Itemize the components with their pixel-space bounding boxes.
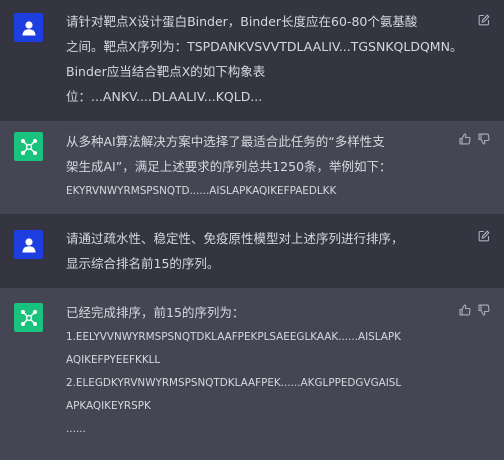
user-icon (22, 237, 35, 252)
user-avatar (14, 13, 43, 42)
thumbs-down-icon (478, 304, 490, 316)
message-actions (478, 14, 490, 26)
sequence-line: APKAQIKEYRSPK (66, 400, 151, 412)
user-avatar (14, 230, 43, 259)
user-icon (22, 20, 35, 35)
message-line: 从多种AI算法解决方案中选择了最适合此任务的“多样性支 (66, 134, 385, 149)
assistant-avatar (14, 303, 43, 332)
thumbs-up-button[interactable] (459, 133, 471, 145)
edit-icon (478, 230, 490, 242)
sequence-line: 2.ELEGDKYRVNWYRMSPSNQTDKLAAFPEK......AKG… (66, 377, 402, 389)
assistant-avatar (14, 132, 43, 161)
sequence-line: AQIKEFPYEEFKKLL (66, 354, 161, 366)
message-actions (478, 230, 490, 242)
thumbs-down-icon (478, 133, 490, 145)
edit-icon (478, 14, 490, 26)
ellipsis-line: ...... (66, 423, 86, 435)
edit-button[interactable] (478, 14, 490, 26)
message-line: 请针对靶点X设计蛋白Binder，Binder长度应在60-80个氨基酸 (66, 14, 418, 29)
message-line: Binder应当结合靶点X的如下构象表 (66, 64, 266, 79)
network-icon (20, 309, 37, 326)
message-line: 请通过疏水性、稳定性、免疫原性模型对上述序列进行排序， (66, 231, 404, 246)
sequence-line: 1.EELYVVNWYRMSPSNQTDKLAAFPEKPLSAEEGLKAAK… (66, 331, 401, 343)
message-actions (459, 304, 490, 316)
thumbs-up-button[interactable] (459, 304, 471, 316)
user-message: 请通过疏水性、稳定性、免疫原性模型对上述序列进行排序， 显示综合排名前15的序列… (0, 214, 504, 288)
thumbs-up-icon (459, 304, 471, 316)
message-text: 请通过疏水性、稳定性、免疫原性模型对上述序列进行排序， 显示综合排名前15的序列… (66, 226, 452, 276)
assistant-message: 已经完成排序，前15的序列为： 1.EELYVVNWYRMSPSNQTDKLAA… (0, 288, 504, 460)
thumbs-down-button[interactable] (478, 133, 490, 145)
thumbs-up-icon (459, 133, 471, 145)
user-message: 请针对靶点X设计蛋白Binder，Binder长度应在60-80个氨基酸 之间。… (0, 0, 504, 121)
network-icon (20, 138, 37, 155)
message-text: 从多种AI算法解决方案中选择了最适合此任务的“多样性支 架生成AI”，满足上述要… (66, 129, 452, 204)
edit-button[interactable] (478, 230, 490, 242)
chat-thread: 请针对靶点X设计蛋白Binder，Binder长度应在60-80个氨基酸 之间。… (0, 0, 504, 460)
message-line: 之间。靶点X序列为：TSPDANKVSVVTDLAALIV...TGSNKQLD… (66, 39, 463, 54)
sequence-line: EKYRVNWYRMSPSNQTD......AISLAPKAQIKEFPAED… (66, 185, 337, 197)
assistant-message: 从多种AI算法解决方案中选择了最适合此任务的“多样性支 架生成AI”，满足上述要… (0, 121, 504, 214)
message-line: 架生成AI”，满足上述要求的序列总共1250条，举例如下： (66, 159, 392, 174)
message-text: 请针对靶点X设计蛋白Binder，Binder长度应在60-80个氨基酸 之间。… (66, 9, 463, 109)
message-line: 已经完成排序，前15的序列为： (66, 305, 245, 320)
thumbs-down-button[interactable] (478, 304, 490, 316)
message-actions (459, 133, 490, 145)
message-line: 位：...ANKV....DLAALIV...KQLD... (66, 89, 263, 104)
message-text: 已经完成排序，前15的序列为： 1.EELYVVNWYRMSPSNQTDKLAA… (66, 300, 452, 441)
message-line: 显示综合排名前15的序列。 (66, 256, 220, 271)
